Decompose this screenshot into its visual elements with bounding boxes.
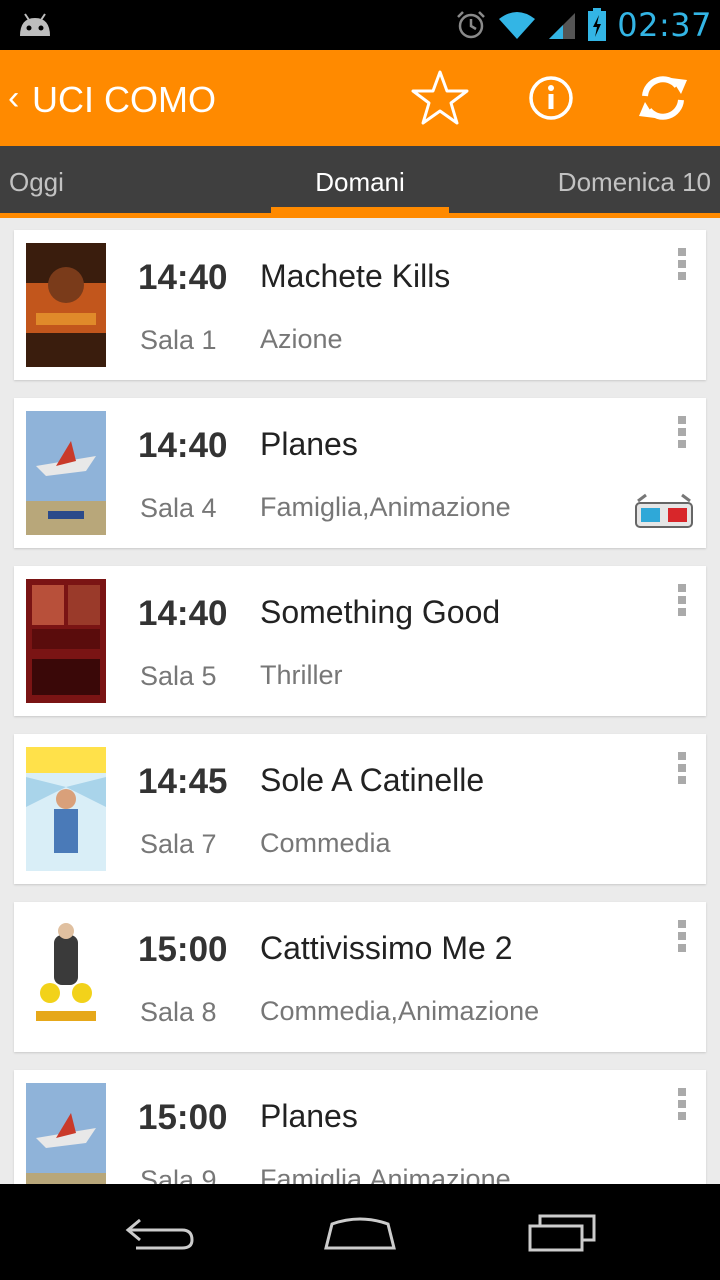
movie-poster [26, 579, 106, 703]
genre-label: Commedia,Animazione [260, 996, 540, 1026]
tab-domenica[interactable]: Domenica 10 [558, 146, 711, 216]
cinema-title[interactable]: UCI COMO [32, 78, 216, 122]
showtime-time: 15:00 [138, 930, 228, 969]
hall-label: Sala 1 [140, 325, 217, 355]
system-nav-bar [0, 1184, 720, 1280]
home-nav-icon[interactable] [320, 1210, 400, 1254]
movie-title: Planes [260, 426, 358, 462]
overflow-menu-icon[interactable] [676, 248, 688, 282]
recent-apps-icon[interactable] [522, 1210, 602, 1254]
showtime-time: 14:40 [138, 594, 228, 633]
movie-title: Sole A Catinelle [260, 762, 485, 798]
selected-tab-indicator [271, 207, 449, 215]
hall-label: Sala 5 [140, 661, 217, 691]
movie-poster [26, 1083, 106, 1184]
overflow-menu-icon[interactable] [676, 584, 688, 618]
showtime-card[interactable]: 14:40 Planes Sala 4 Famiglia,Animazione [14, 398, 706, 548]
tab-domani[interactable]: Domani [271, 146, 449, 216]
showtime-card[interactable]: 14:40 Something Good Sala 5 Thriller [14, 566, 706, 716]
hall-label: Sala 8 [140, 997, 217, 1027]
movie-title: Cattivissimo Me 2 [260, 930, 513, 966]
signal-icon [549, 13, 576, 39]
hall-label: Sala 7 [140, 829, 217, 859]
movie-title: Something Good [260, 594, 501, 630]
action-bar: ‹ UCI COMO [0, 50, 720, 146]
android-icon [20, 13, 50, 36]
showtime-card[interactable]: 15:00 Cattivissimo Me 2 Sala 8 Commedia,… [14, 902, 706, 1052]
showtime-time: 14:40 [138, 426, 228, 465]
overflow-menu-icon[interactable] [676, 416, 688, 450]
tab-oggi[interactable]: Oggi [9, 146, 64, 216]
movie-poster [26, 243, 106, 367]
hall-label: Sala 4 [140, 493, 217, 523]
genre-label: Famiglia,Animazione [260, 1164, 511, 1184]
genre-label: Famiglia,Animazione [260, 492, 511, 522]
overflow-menu-icon[interactable] [676, 1088, 688, 1122]
showtime-card[interactable]: 14:40 Machete Kills Sala 1 Azione [14, 230, 706, 380]
overflow-menu-icon[interactable] [676, 752, 688, 786]
showtime-list[interactable]: 14:40 Machete Kills Sala 1 Azione 14:40 … [0, 218, 720, 1184]
status-bar: 02:37 [0, 0, 720, 50]
clock: 02:37 [617, 6, 712, 44]
genre-label: Azione [260, 324, 343, 354]
status-icons: 02:37 [455, 0, 712, 50]
back-nav-icon[interactable] [120, 1210, 200, 1254]
showtime-time: 14:40 [138, 258, 228, 297]
showtime-card[interactable]: 14:45 Sole A Catinelle Sala 7 Commedia [14, 734, 706, 884]
movie-title: Planes [260, 1098, 358, 1134]
overflow-menu-icon[interactable] [676, 920, 688, 954]
movie-poster [26, 411, 106, 535]
alarm-icon [457, 11, 486, 39]
3d-glasses-icon [635, 493, 693, 528]
star-icon[interactable] [410, 68, 470, 128]
movie-title: Machete Kills [260, 258, 451, 294]
battery-icon [588, 8, 607, 41]
back-chevron-icon[interactable]: ‹ [8, 78, 19, 118]
info-icon[interactable] [521, 68, 581, 128]
wifi-icon [499, 12, 536, 39]
movie-poster [26, 915, 106, 1039]
showtime-time: 15:00 [138, 1098, 228, 1137]
showtime-time: 14:45 [138, 762, 228, 801]
movie-poster [26, 747, 106, 871]
showtime-card[interactable]: 15:00 Planes Sala 9 Famiglia,Animazione [14, 1070, 706, 1184]
refresh-icon[interactable] [633, 68, 693, 128]
genre-label: Commedia [260, 828, 391, 858]
hall-label: Sala 9 [140, 1165, 217, 1184]
genre-label: Thriller [260, 660, 343, 690]
